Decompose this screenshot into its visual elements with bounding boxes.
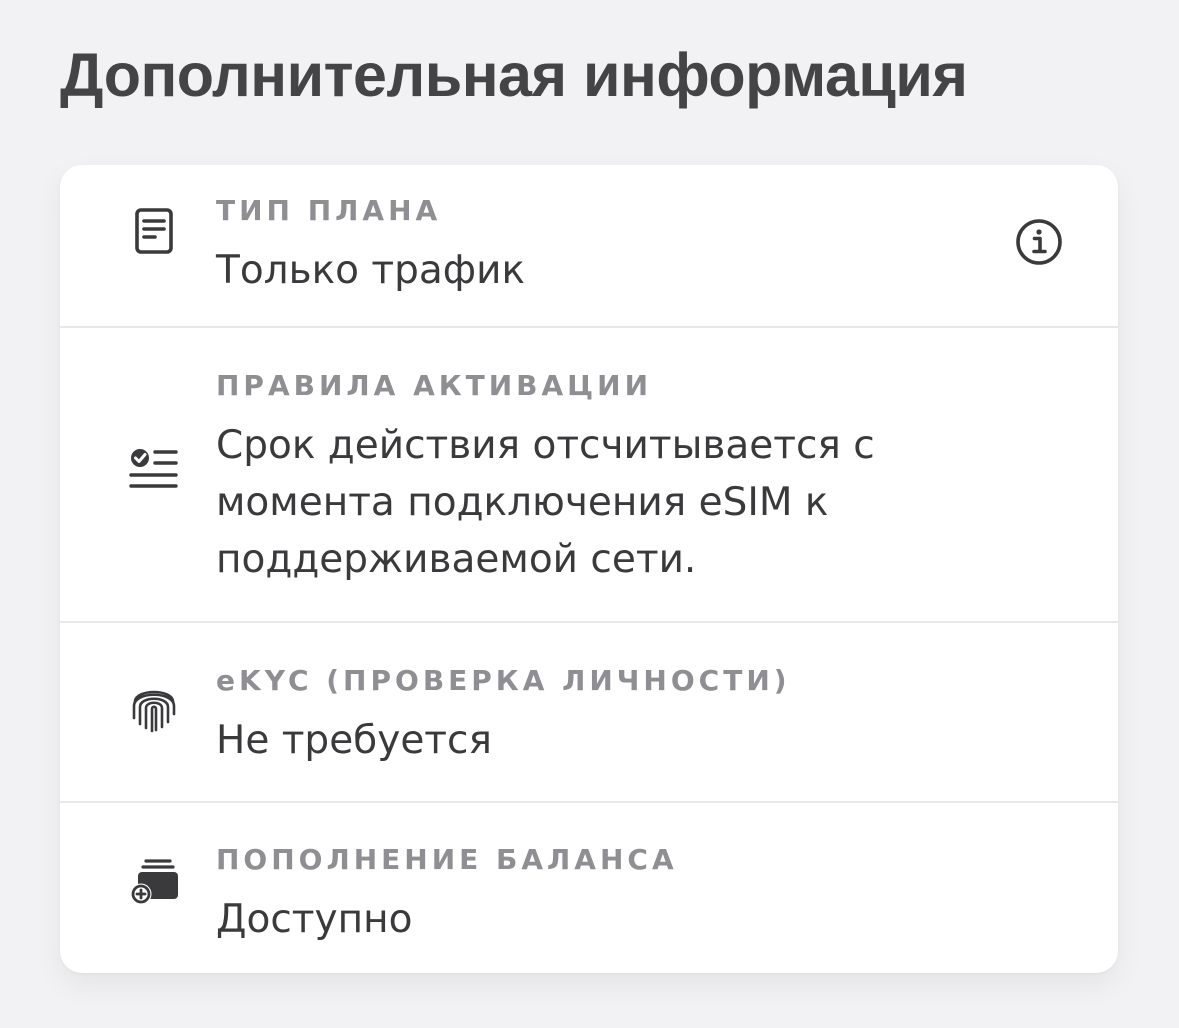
top-up-label: ПОПОЛНЕНИЕ БАЛАНСА	[216, 843, 678, 876]
top-up-text: ПОПОЛНЕНИЕ БАЛАНСА Доступно	[216, 842, 998, 948]
plan-type-text: ТИП ПЛАНА Только трафик	[216, 193, 998, 299]
info-icon[interactable]	[1014, 217, 1064, 267]
ekyc-label: eKYC (ПРОВЕРКА ЛИЧНОСТИ)	[216, 664, 791, 697]
top-up-value: Доступно	[216, 897, 413, 942]
plan-type-row: ТИП ПЛАНА Только трафик	[60, 165, 1118, 326]
plan-type-label: ТИП ПЛАНА	[216, 194, 442, 227]
add-card-icon	[126, 854, 182, 910]
document-icon	[126, 203, 182, 259]
activation-rules-label: ПРАВИЛА АКТИВАЦИИ	[216, 369, 653, 402]
ekyc-value: Не требуется	[216, 718, 492, 763]
top-up-row: ПОПОЛНЕНИЕ БАЛАНСА Доступно	[60, 801, 1118, 973]
additional-info-card: ТИП ПЛАНА Только трафик ПРАВИЛА АКТИВАЦИ…	[60, 165, 1118, 973]
activation-rules-text: ПРАВИЛА АКТИВАЦИИ Срок действия отсчитыв…	[216, 368, 998, 588]
activation-rules-row: ПРАВИЛА АКТИВАЦИИ Срок действия отсчитыв…	[60, 326, 1118, 621]
ekyc-row: eKYC (ПРОВЕРКА ЛИЧНОСТИ) Не требуется	[60, 621, 1118, 801]
activation-rules-value: Срок действия отсчитывается с момента по…	[216, 423, 875, 582]
fingerprint-icon	[126, 680, 182, 736]
plan-type-value: Только трафик	[216, 248, 526, 293]
checklist-icon	[126, 442, 182, 498]
ekyc-text: eKYC (ПРОВЕРКА ЛИЧНОСТИ) Не требуется	[216, 663, 998, 769]
page-title: Дополнительная информация	[60, 41, 968, 109]
